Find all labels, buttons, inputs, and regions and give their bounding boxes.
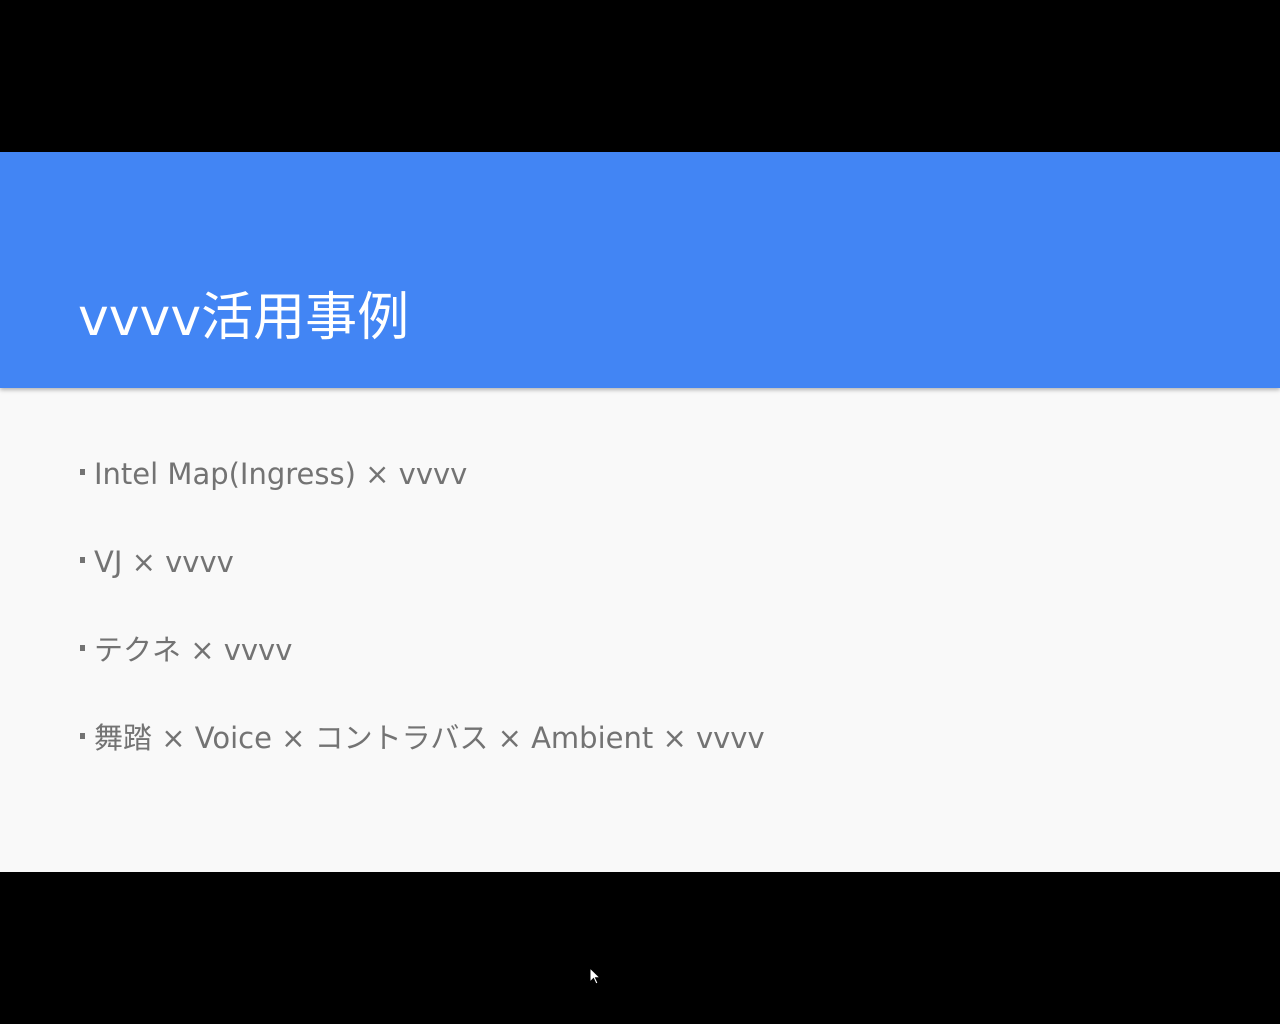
bullet-marker-icon [80, 469, 85, 475]
bullet-text: 舞踏 × Voice × コントラバス × Ambient × vvvv [94, 721, 765, 755]
bullet-marker-icon [80, 645, 85, 651]
bullet-marker-icon [80, 557, 85, 563]
bullet-list: Intel Map(Ingress) × vvvv VJ × vvvv テクネ … [80, 430, 765, 782]
mouse-pointer-icon [589, 967, 601, 985]
bullet-text: VJ × vvvv [94, 545, 234, 579]
bullet-item: 舞踏 × Voice × コントラバス × Ambient × vvvv [80, 694, 765, 782]
bullet-text: テクネ × vvvv [94, 633, 293, 667]
slide-header: vvvv活用事例 [0, 152, 1280, 388]
presentation-screen: vvvv活用事例 Intel Map(Ingress) × vvvv VJ × … [0, 0, 1280, 1024]
bullet-item: テクネ × vvvv [80, 606, 765, 694]
slide[interactable]: vvvv活用事例 Intel Map(Ingress) × vvvv VJ × … [0, 152, 1280, 872]
bullet-item: Intel Map(Ingress) × vvvv [80, 430, 765, 518]
bullet-marker-icon [80, 733, 85, 739]
bullet-text: Intel Map(Ingress) × vvvv [94, 457, 468, 491]
slide-title: vvvv活用事例 [78, 288, 410, 348]
bullet-item: VJ × vvvv [80, 518, 765, 606]
